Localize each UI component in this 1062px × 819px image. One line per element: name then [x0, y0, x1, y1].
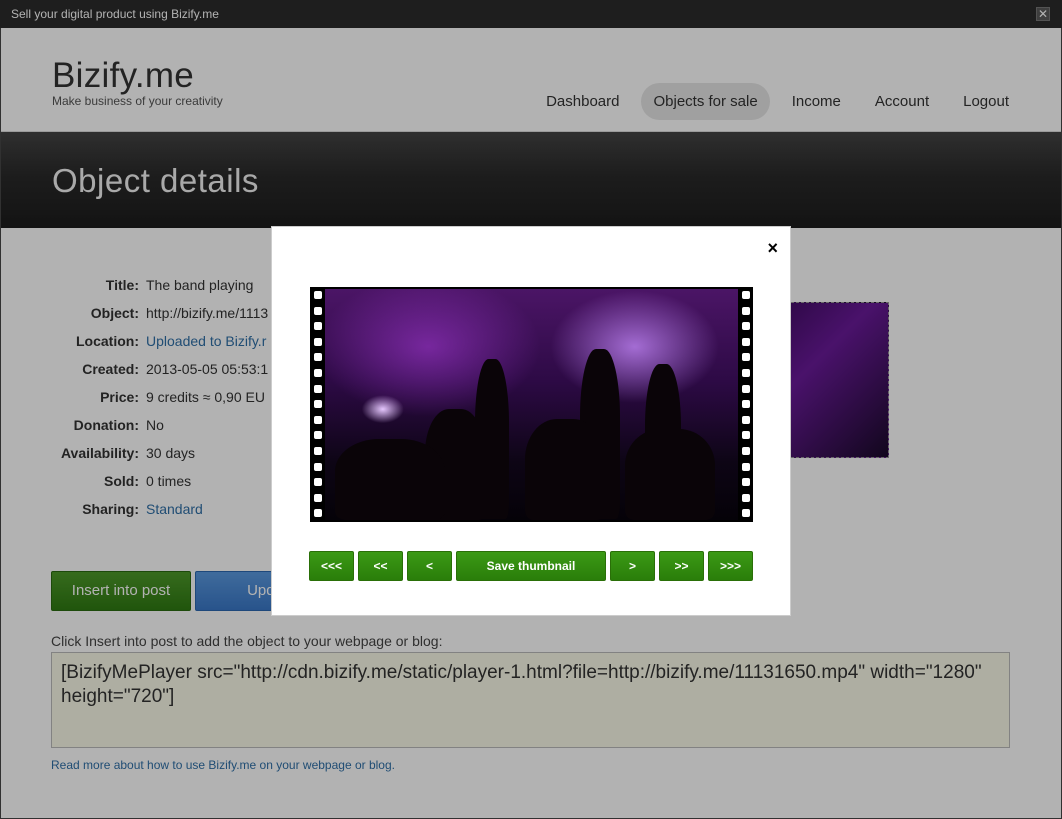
film-sprocket-hole — [742, 322, 750, 331]
film-sprocket-hole — [314, 322, 322, 331]
film-sprocket-hole — [742, 509, 750, 518]
first-frame-button[interactable]: <<< — [309, 551, 354, 581]
film-sprocket-hole — [742, 369, 750, 377]
film-sprockets-left — [310, 287, 325, 522]
film-sprocket-hole — [742, 384, 750, 393]
film-sprocket-hole — [742, 462, 750, 471]
film-sprocket-hole — [314, 415, 322, 424]
film-sprocket-hole — [314, 369, 322, 377]
film-sprocket-hole — [314, 384, 322, 393]
film-sprocket-hole — [314, 447, 322, 455]
film-sprocket-hole — [314, 291, 322, 299]
film-sprocket-hole — [742, 431, 750, 440]
film-sprocket-hole — [742, 306, 750, 315]
video-frame-preview — [310, 287, 753, 522]
film-sprocket-hole — [314, 353, 322, 362]
film-sprocket-hole — [742, 291, 750, 299]
film-sprockets-right — [738, 287, 753, 522]
back-fast-button[interactable]: << — [358, 551, 403, 581]
film-sprocket-hole — [742, 400, 750, 409]
film-sprocket-hole — [314, 462, 322, 471]
film-sprocket-hole — [742, 447, 750, 455]
save-thumbnail-button[interactable]: Save thumbnail — [456, 551, 606, 581]
film-sprocket-hole — [314, 478, 322, 487]
film-sprocket-hole — [314, 509, 322, 518]
close-icon[interactable]: × — [767, 239, 778, 257]
thumbnail-modal: × <<< << < Save thumbnail > >> >>> — [271, 226, 791, 616]
film-sprocket-hole — [742, 478, 750, 487]
back-button[interactable]: < — [407, 551, 452, 581]
last-frame-button[interactable]: >>> — [708, 551, 753, 581]
film-sprocket-hole — [742, 337, 750, 346]
video-frame-image — [325, 289, 738, 520]
film-sprocket-hole — [742, 493, 750, 502]
film-sprocket-hole — [314, 400, 322, 409]
film-sprocket-hole — [314, 306, 322, 315]
film-sprocket-hole — [314, 431, 322, 440]
film-sprocket-hole — [742, 415, 750, 424]
film-sprocket-hole — [314, 337, 322, 346]
forward-button[interactable]: > — [610, 551, 655, 581]
film-sprocket-hole — [742, 353, 750, 362]
film-sprocket-hole — [314, 493, 322, 502]
forward-fast-button[interactable]: >> — [659, 551, 704, 581]
